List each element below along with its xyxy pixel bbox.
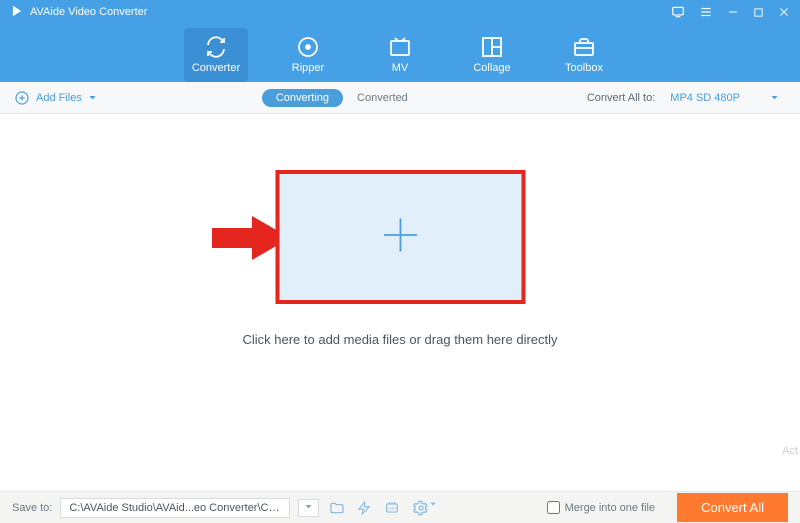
convert-all-button[interactable]: Convert All [677, 493, 788, 522]
maximize-icon[interactable] [753, 7, 764, 18]
speed-icon[interactable] [355, 500, 373, 516]
dropzone-hint: Click here to add media files or drag th… [242, 332, 557, 347]
add-files-button[interactable]: Add Files [14, 90, 97, 106]
save-to-label: Save to: [12, 502, 52, 514]
svg-text:OFF: OFF [389, 506, 398, 511]
tab-toolbox[interactable]: Toolbox [552, 28, 616, 82]
plus-icon [378, 213, 422, 262]
watermark-text: Act [782, 445, 798, 457]
feedback-icon[interactable] [671, 5, 685, 19]
footer-bar: Save to: C:\AVAide Studio\AVAid...eo Con… [0, 491, 800, 523]
convert-all-to: Convert All to: MP4 SD 480P [587, 89, 786, 107]
main-area: Click here to add media files or drag th… [0, 114, 800, 491]
ripper-icon [296, 34, 320, 60]
close-icon[interactable] [778, 6, 790, 18]
sub-toolbar: Add Files Converting Converted Convert A… [0, 82, 800, 114]
tab-collage[interactable]: Collage [460, 28, 524, 82]
title-bar: AVAide Video Converter [0, 0, 800, 24]
tab-ripper-label: Ripper [292, 62, 324, 74]
add-files-label: Add Files [36, 92, 82, 104]
plus-circle-icon [14, 90, 30, 106]
settings-icon[interactable] [411, 500, 439, 516]
chevron-down-icon [304, 502, 313, 511]
tab-converter[interactable]: Converter [184, 28, 248, 82]
tab-converted[interactable]: Converted [343, 89, 422, 107]
chevron-down-icon [770, 93, 779, 102]
tab-converter-label: Converter [192, 62, 240, 74]
merge-checkbox[interactable] [547, 501, 560, 514]
window-controls [671, 5, 790, 19]
collage-icon [480, 34, 504, 60]
gpu-icon[interactable]: OFF [381, 500, 403, 516]
save-to-path[interactable]: C:\AVAide Studio\AVAid...eo Converter\Co… [60, 498, 290, 518]
merge-label: Merge into one file [565, 502, 656, 514]
open-folder-icon[interactable] [327, 500, 347, 516]
app-title: AVAide Video Converter [30, 6, 147, 18]
tab-mv[interactable]: MV [368, 28, 432, 82]
tab-mv-label: MV [392, 62, 409, 74]
convert-all-to-label: Convert All to: [587, 92, 655, 104]
tab-converting[interactable]: Converting [262, 89, 343, 107]
minimize-icon[interactable] [727, 6, 739, 18]
app-logo-icon [10, 4, 24, 21]
toolbox-icon [572, 34, 596, 60]
tab-toolbox-label: Toolbox [565, 62, 603, 74]
chevron-down-icon [88, 93, 97, 102]
menu-icon[interactable] [699, 5, 713, 19]
tab-ripper[interactable]: Ripper [276, 28, 340, 82]
converter-icon [204, 34, 228, 60]
mv-icon [388, 34, 412, 60]
add-media-dropzone[interactable] [275, 170, 525, 304]
tab-collage-label: Collage [473, 62, 510, 74]
output-format-value: MP4 SD 480P [670, 92, 740, 104]
save-to-dropdown[interactable] [298, 499, 319, 517]
merge-into-one-file[interactable]: Merge into one file [547, 501, 656, 514]
app-logo-title: AVAide Video Converter [10, 4, 147, 21]
output-format-select[interactable]: MP4 SD 480P [663, 89, 786, 107]
main-toolbar: Converter Ripper MV Collage Toolbox [0, 24, 800, 82]
